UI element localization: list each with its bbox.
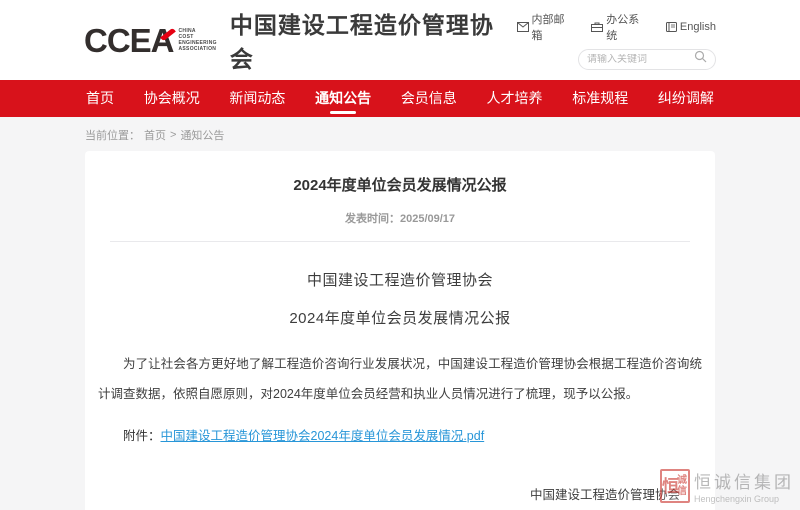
attachment-pdf-link[interactable]: 中国建设工程造价管理协会2024年度单位会员发展情况.pdf: [161, 429, 485, 443]
article-card: 2024年度单位会员发展情况公报 发表时间：2025/09/17 中国建设工程造…: [85, 151, 715, 510]
search-box[interactable]: [578, 49, 716, 70]
utility-links: 内部邮箱 办公系统 English: [517, 11, 716, 43]
main-nav: 首页 协会概况 新闻动态 通知公告 会员信息 人才培养 标准规程 纠纷调解: [0, 80, 800, 117]
attachment-label: 附件：: [123, 429, 161, 443]
nav-item-training[interactable]: 人才培养: [485, 80, 545, 117]
site-logo[interactable]: CCEA CHINA COST ENGINEERING ASSOCIATION …: [84, 6, 517, 74]
nav-item-about[interactable]: 协会概况: [142, 80, 202, 117]
nav-item-news[interactable]: 新闻动态: [227, 80, 287, 117]
attachment-row: 附件：中国建设工程造价管理协会2024年度单位会员发展情况.pdf: [98, 425, 702, 444]
watermark-name-en: Hengchengxin Group: [694, 494, 794, 504]
signature-block: 中国建设工程造价管理协会 2025年9月17日: [530, 484, 680, 510]
search-input[interactable]: [587, 54, 694, 65]
signature-org: 中国建设工程造价管理协会: [530, 484, 680, 503]
nav-item-standards[interactable]: 标准规程: [570, 80, 630, 117]
internal-mail-link[interactable]: 内部邮箱: [517, 11, 576, 43]
english-link[interactable]: English: [666, 11, 716, 43]
office-system-link[interactable]: 办公系统: [591, 11, 650, 43]
nav-item-home[interactable]: 首页: [84, 80, 116, 117]
title-divider: [110, 241, 690, 242]
breadcrumb-home-link[interactable]: 首页: [144, 127, 166, 143]
book-icon: [666, 22, 677, 32]
briefcase-icon: [591, 22, 603, 32]
doc-heading-title: 2024年度单位会员发展情况公报: [85, 307, 715, 328]
breadcrumb-prefix: 当前位置：: [85, 127, 140, 143]
breadcrumb: 当前位置： 首页 > 通知公告: [85, 126, 800, 143]
search-icon[interactable]: [694, 50, 707, 68]
mail-icon: [517, 22, 529, 32]
breadcrumb-separator: >: [170, 129, 176, 141]
red-seal-icon: 恒 诚 信: [660, 469, 690, 503]
doc-paragraph: 为了让社会各方更好地了解工程造价咨询行业发展状况，中国建设工程造价管理协会根据工…: [98, 349, 702, 409]
logo-acronym: CCEA: [84, 24, 174, 57]
article-title: 2024年度单位会员发展情况公报: [85, 151, 715, 195]
watermark-name: 恒诚信集团: [694, 468, 794, 493]
nav-item-notices[interactable]: 通知公告: [313, 80, 373, 117]
watermark-text: 恒诚信集团 Hengchengxin Group: [694, 468, 794, 504]
nav-item-members[interactable]: 会员信息: [399, 80, 459, 117]
nav-item-dispute[interactable]: 纠纷调解: [656, 80, 716, 117]
site-title: 中国建设工程造价管理协会: [230, 6, 517, 74]
site-header: CCEA CHINA COST ENGINEERING ASSOCIATION …: [0, 0, 800, 80]
doc-heading-org: 中国建设工程造价管理协会: [85, 269, 715, 290]
breadcrumb-current: 通知公告: [180, 127, 224, 143]
logo-subtext: CHINA COST ENGINEERING ASSOCIATION: [179, 28, 217, 52]
hengchengxin-watermark: 恒 诚 信 恒诚信集团 Hengchengxin Group: [660, 468, 794, 504]
publish-time: 发表时间：2025/09/17: [85, 210, 715, 226]
